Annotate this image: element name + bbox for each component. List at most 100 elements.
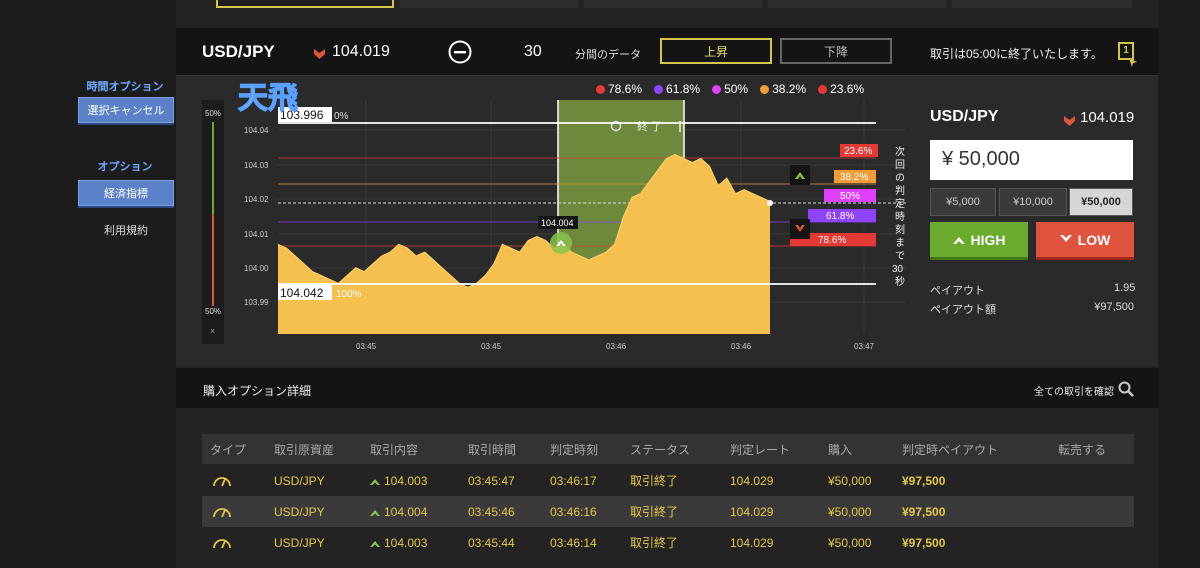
current-price-dot [767, 200, 773, 206]
low-level-pct: 100% [336, 289, 362, 300]
fib-tag-38-2-label: 38.2% [840, 172, 868, 183]
table-cell-payout: ¥97,500 [902, 535, 946, 550]
table-cell-buy: ¥50,000 [828, 535, 872, 550]
table-cell-time: 03:45:46 [468, 504, 515, 519]
chart-header: USD/JPY 104.019 30 分間のデータ 上昇 下降 取引は05:00… [176, 28, 1158, 76]
table-header-cell: タイプ [210, 442, 247, 457]
economic-indicators-button[interactable]: 経済指標 [78, 180, 174, 206]
table-cell-content-value: 104.003 [384, 473, 428, 488]
table-header-cell: 取引原資産 [274, 442, 335, 457]
amount-preset-50000[interactable]: ¥50,000 [1069, 188, 1133, 216]
terms-of-use-link[interactable]: 利用規約 [78, 222, 174, 238]
high-button-label: HIGH [970, 231, 1006, 248]
trade-panel: USD/JPY 104.019 ¥ 50,000 ¥5,000 ¥10,000 … [918, 92, 1146, 322]
period-value: 30 [524, 43, 542, 60]
cancel-selection-button[interactable]: 選択キャンセル [78, 97, 174, 123]
minus-circle-icon[interactable] [448, 40, 472, 69]
fib-tag-78-6-label: 78.6% [818, 235, 846, 246]
payout-amount-label: ペイアウト額 [930, 304, 996, 316]
fib-legend: 78.6% 61.8% 50% 38.2% 23.6% [596, 82, 864, 96]
fib-legend-item[interactable]: 78.6% [596, 82, 642, 96]
table-cell-status: 取引終了 [630, 474, 679, 488]
y-axis: 104.04 104.03 104.02 104.01 104.00 103.99 [244, 126, 269, 307]
logo-text: 天飛 [238, 81, 298, 116]
amount-preset-10000[interactable]: ¥10,000 [999, 188, 1067, 216]
period-label: 分間のデータ [575, 49, 641, 61]
session-notice: 取引は05:00に終了いたします。 [930, 47, 1103, 61]
timer-gauge-icon [212, 473, 232, 490]
trade-pair: USD/JPY [930, 108, 999, 125]
x-tick-label: 03:46 [731, 342, 752, 351]
table-cell-rate: 104.029 [730, 535, 774, 550]
countdown-char: の [895, 173, 905, 184]
low-level-value: 104.042 [280, 286, 324, 300]
table-cell-content: 104.003 [370, 536, 427, 550]
table-cell-content: 104.003 [370, 474, 427, 488]
table-cell-judge: 03:46:14 [550, 535, 597, 550]
table-row[interactable]: USD/JPY 104.003 03:45:44 03:46:14 取引終了 104.02… [202, 527, 1134, 558]
svg-text:終 了: 終 了 [637, 119, 662, 133]
table-cell-content: 104.004 [370, 505, 427, 519]
table-cell-buy: ¥50,000 [828, 473, 872, 488]
countdown-char: 秒 [895, 275, 905, 288]
gauge-top-label: 50% [205, 109, 221, 118]
check-all-link[interactable]: 全ての取引を確認 [1034, 383, 1114, 398]
countdown-char: 判 [895, 185, 905, 197]
trade-price: 104.019 [1080, 109, 1135, 126]
fib-legend-item[interactable]: 61.8% [654, 82, 700, 96]
details-title: 購入オプション詳細 [203, 384, 312, 398]
top-tab[interactable] [584, 0, 762, 8]
search-icon[interactable] [1118, 381, 1134, 402]
table-cell-judge: 03:46:17 [550, 473, 597, 488]
low-button[interactable]: LOW [1036, 222, 1134, 260]
top-tab-active[interactable] [216, 0, 394, 8]
fib-tag-50-label: 50% [840, 191, 860, 202]
x-tick-label: 03:45 [481, 342, 502, 351]
y-tick-label: 103.99 [244, 298, 269, 307]
countdown-char: 定 [895, 197, 905, 210]
gauge-low-bar [212, 214, 214, 306]
sidebar-section-option: オプション [97, 161, 153, 173]
fib-legend-item[interactable]: 23.6% [818, 82, 864, 96]
fib-legend-item[interactable]: 50% [712, 82, 748, 96]
table-row[interactable]: USD/JPY 104.003 03:45:47 03:46:17 取引終了 104.02… [202, 465, 1134, 496]
amount-input[interactable]: ¥ 50,000 [930, 140, 1133, 180]
up-arrow-icon [370, 474, 384, 488]
table-header-cell: 取引内容 [370, 442, 419, 457]
low-button-label: LOW [1077, 231, 1111, 248]
table-cell-rate: 104.029 [730, 473, 774, 488]
fib-tag-61-8-label: 61.8% [826, 211, 854, 222]
up-arrow-icon [370, 505, 384, 519]
table-header-cell: 判定時ペイアウト [902, 442, 999, 457]
table-cell-payout: ¥97,500 [902, 504, 946, 519]
top-tab[interactable] [952, 0, 1132, 8]
amount-preset-5000[interactable]: ¥5,000 [930, 188, 996, 216]
timer-gauge-icon [212, 535, 232, 552]
table-header-cell: 購入 [828, 442, 853, 457]
top-tab[interactable] [400, 0, 578, 8]
table-cell-judge: 03:46:16 [550, 504, 597, 519]
fib-tag-23-6-label: 23.6% [844, 146, 872, 157]
countdown-char: で [895, 251, 905, 262]
payout-label: ペイアウト [930, 285, 985, 297]
fib-legend-label: 38.2% [772, 82, 807, 96]
sidebar: 時間オプション 選択キャンセル オプション 経済指標 利用規約 [0, 0, 176, 568]
high-button[interactable]: HIGH [930, 222, 1028, 260]
top-tab[interactable] [768, 0, 946, 8]
fib-legend-dot-icon [596, 85, 605, 94]
gauge-close-icon[interactable]: × [210, 326, 215, 336]
x-tick-label: 03:45 [356, 342, 377, 351]
high-button-icon [952, 237, 965, 244]
fib-legend-item[interactable]: 38.2% [760, 82, 806, 96]
down-filter-button[interactable]: 下降 [780, 38, 892, 64]
up-filter-button[interactable]: 上昇 [660, 38, 772, 64]
cursor-icon [1129, 54, 1138, 72]
table-cell-time: 03:45:44 [468, 535, 515, 550]
y-tick-label: 104.03 [244, 161, 269, 170]
table-row[interactable]: USD/JPY 104.004 03:45:46 03:46:16 取引終了 104.02… [202, 496, 1134, 527]
table-header-cell: 判定レート [730, 442, 791, 457]
table-header-cell: 判定時刻 [550, 442, 599, 457]
table-cell-status: 取引終了 [630, 505, 679, 519]
countdown-char: 回 [895, 159, 905, 171]
up-arrow-icon [370, 536, 384, 550]
